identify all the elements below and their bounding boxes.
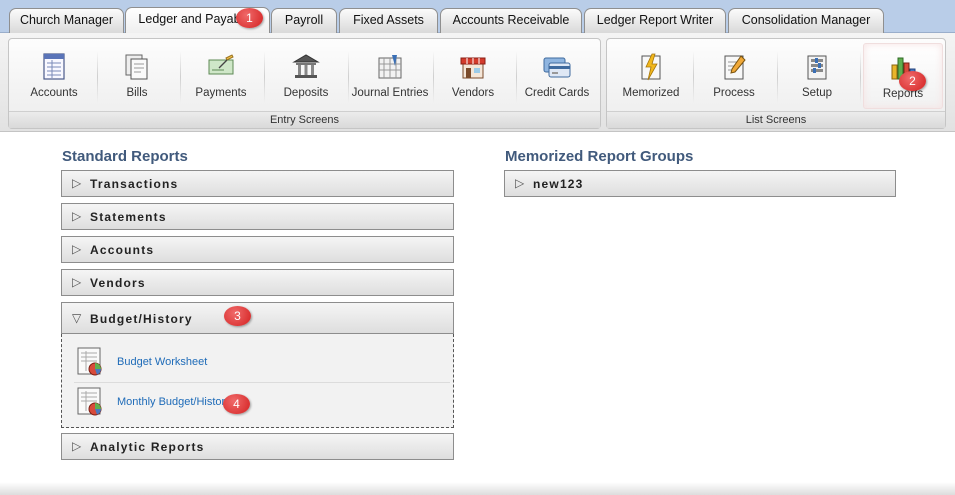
panel-new123[interactable]: ▷ new123 [504, 170, 896, 197]
bank-icon [292, 54, 320, 78]
tab-payroll[interactable]: Payroll [271, 8, 337, 33]
collapse-arrow-icon: ▽ [72, 311, 82, 325]
panel-accounts[interactable]: ▷ Accounts [61, 236, 454, 263]
entry-screens-label: Entry Screens [9, 111, 600, 128]
tab-ledger-report-writer[interactable]: Ledger Report Writer [584, 8, 726, 33]
callout-badge-4: 4 [223, 394, 250, 414]
expand-arrow-icon: ▷ [72, 209, 82, 223]
panel-analytic-reports[interactable]: ▷ Analytic Reports [61, 433, 454, 460]
report-item-budget-worksheet[interactable]: Budget Worksheet [62, 342, 453, 382]
process-button[interactable]: Process [694, 43, 774, 109]
expand-arrow-icon: ▷ [72, 176, 82, 190]
accounts-ledger-icon [43, 53, 65, 80]
journal-entries-button[interactable]: Journal Entries [350, 43, 430, 109]
panel-budget-history[interactable]: ▽ Budget/History [61, 302, 454, 334]
standard-reports-title: Standard Reports [62, 148, 188, 165]
ribbon-toolbar: Accounts Bills Payments Deposits Journal… [0, 33, 955, 132]
deposits-button[interactable]: Deposits [266, 43, 346, 109]
bills-icon [125, 54, 148, 80]
vendors-button[interactable]: Vendors [433, 43, 513, 109]
payments-check-icon [208, 54, 234, 75]
callout-badge-3: 3 [224, 306, 251, 326]
memorized-icon [641, 53, 661, 81]
store-icon [460, 57, 486, 79]
panel-transactions[interactable]: ▷ Transactions [61, 170, 454, 197]
tab-consolidation-manager[interactable]: Consolidation Manager [728, 8, 884, 33]
memorized-button[interactable]: Memorized [611, 43, 691, 109]
journal-icon [378, 55, 402, 79]
bottom-bar [0, 482, 955, 495]
payments-button[interactable]: Payments [181, 43, 261, 109]
tab-fixed-assets[interactable]: Fixed Assets [339, 8, 438, 33]
list-screens-group: Memorized Process Setup Reports List Scr… [606, 38, 946, 129]
list-screens-label: List Screens [607, 111, 945, 128]
memorized-report-groups-title: Memorized Report Groups [505, 148, 694, 165]
module-tab-bar: Church Manager Ledger and Payables Payro… [0, 0, 955, 34]
report-icon [77, 347, 102, 376]
callout-badge-1: 1 [236, 8, 263, 28]
expand-arrow-icon: ▷ [72, 439, 82, 453]
expand-arrow-icon: ▷ [72, 275, 82, 289]
accounts-button[interactable]: Accounts [14, 43, 94, 109]
budget-history-content: Budget Worksheet Monthly Budget/History [61, 334, 454, 428]
tab-church-manager[interactable]: Church Manager [9, 8, 124, 33]
expand-arrow-icon: ▷ [72, 242, 82, 256]
monthly-budget-history-link[interactable]: Monthly Budget/History [117, 396, 231, 408]
panel-statements[interactable]: ▷ Statements [61, 203, 454, 230]
expand-arrow-icon: ▷ [515, 176, 525, 190]
credit-cards-button[interactable]: Credit Cards [517, 43, 597, 109]
process-icon [724, 55, 746, 80]
report-icon [77, 387, 102, 416]
report-item-monthly-budget-history[interactable]: Monthly Budget/History [62, 382, 453, 422]
credit-card-icon [543, 57, 571, 78]
tab-accounts-receivable[interactable]: Accounts Receivable [440, 8, 582, 33]
budget-worksheet-link[interactable]: Budget Worksheet [117, 356, 207, 368]
entry-screens-group: Accounts Bills Payments Deposits Journal… [8, 38, 601, 129]
panel-vendors[interactable]: ▷ Vendors [61, 269, 454, 296]
bills-button[interactable]: Bills [97, 43, 177, 109]
setup-button[interactable]: Setup [777, 43, 857, 109]
callout-badge-2: 2 [899, 71, 926, 91]
setup-icon [807, 55, 827, 80]
